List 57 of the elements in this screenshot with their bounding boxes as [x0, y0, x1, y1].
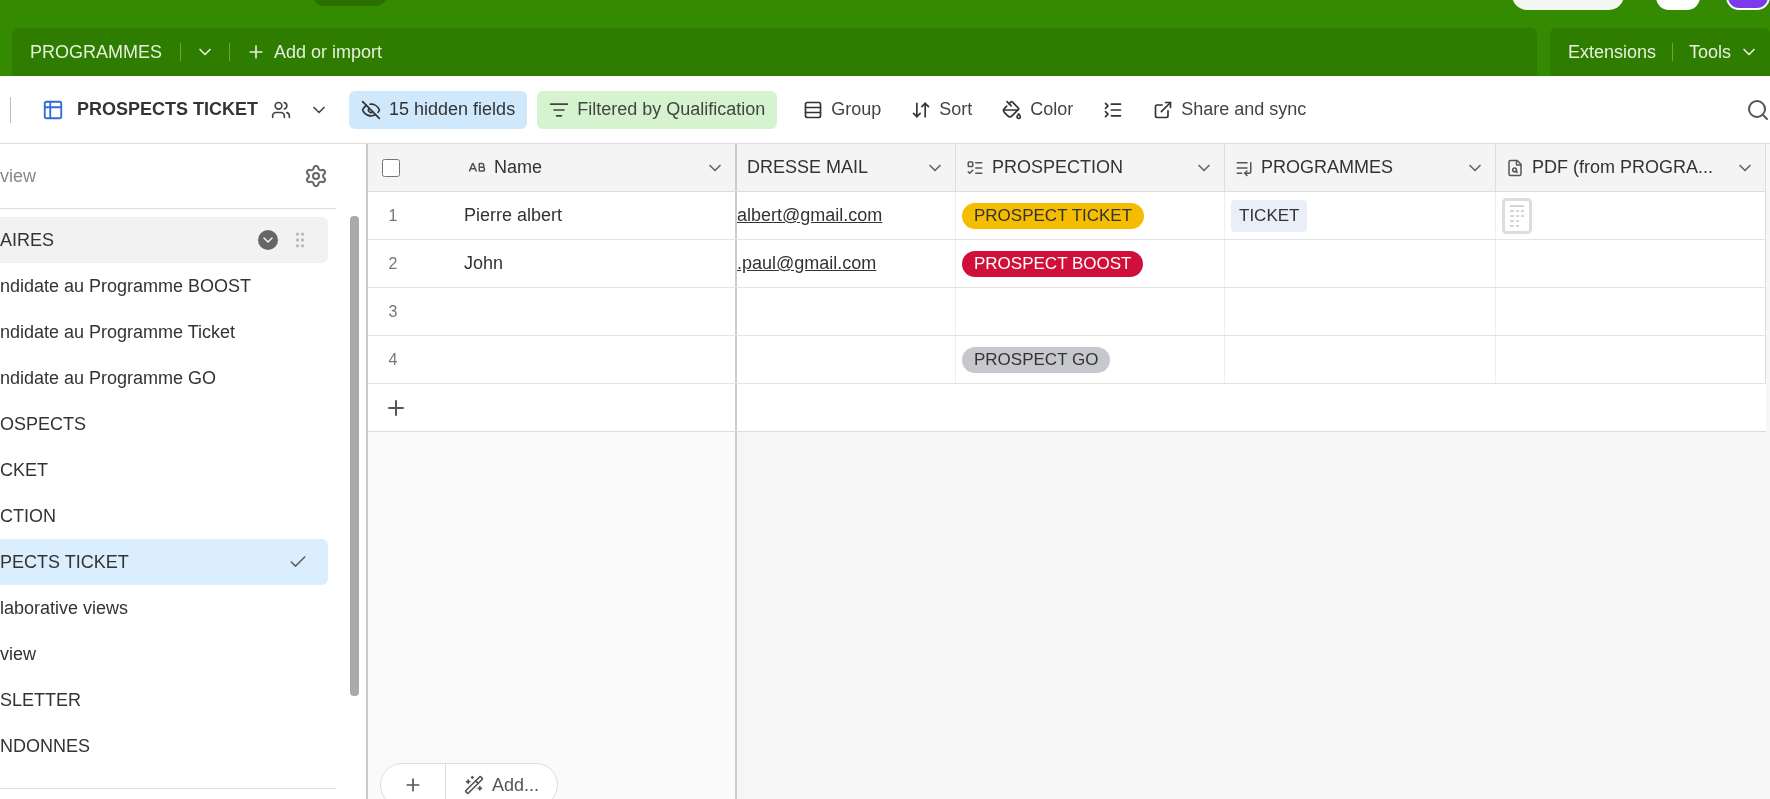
sort-button[interactable]: Sort: [911, 96, 973, 123]
email-link[interactable]: .paul@gmail.com: [737, 250, 877, 277]
status-tag: PROSPECT BOOST: [962, 250, 1144, 277]
linked-record-tag[interactable]: TICKET: [1231, 199, 1308, 232]
share-button[interactable]: Share and sync: [1153, 96, 1307, 123]
row-height-button[interactable]: [1103, 99, 1124, 120]
view-name-button[interactable]: PROSPECTS TICKET: [77, 96, 259, 123]
view-item[interactable]: OSPECTS: [0, 401, 328, 447]
ai-add-button[interactable]: Add...: [446, 771, 558, 799]
group-icon: [803, 99, 824, 120]
search-icon[interactable]: [1746, 97, 1770, 122]
tools-button[interactable]: Tools: [1689, 38, 1760, 66]
filter-button[interactable]: Filtered by Qualification: [537, 90, 778, 129]
magic-wand-icon: [464, 775, 484, 795]
column-header[interactable]: PROSPECTION: [956, 144, 1225, 191]
group-button[interactable]: Group: [803, 96, 882, 123]
paint-bucket-icon: [1002, 99, 1023, 120]
view-item[interactable]: NDONNES: [0, 723, 328, 769]
scrollbar[interactable]: [350, 216, 359, 696]
lookup-icon: [1506, 158, 1524, 177]
view-item[interactable]: AIRES: [0, 217, 328, 263]
row-number: 1: [387, 205, 399, 226]
row-number: 3: [387, 301, 399, 322]
name-cell-text: Pierre albert: [464, 204, 563, 227]
find-view-field[interactable]: view: [0, 162, 304, 190]
status-tag: PROSPECT TICKET: [962, 202, 1145, 229]
settings-icon[interactable]: [304, 164, 328, 188]
select-all-checkbox[interactable]: [382, 158, 400, 177]
column-header[interactable]: DRESSE MAIL: [737, 144, 956, 191]
email-link[interactable]: albert@gmail.com: [737, 202, 883, 229]
document-thumbnail-icon[interactable]: [1502, 197, 1532, 234]
grid-view-icon: [42, 98, 64, 121]
view-item[interactable]: CKET: [0, 447, 328, 493]
list-icon: [966, 158, 984, 177]
row-height-icon: [1103, 99, 1124, 120]
table-tab[interactable]: PROGRAMMES: [12, 28, 180, 76]
eye-off-icon: [361, 99, 382, 120]
extensions-button[interactable]: Extensions: [1568, 38, 1657, 66]
status-tag: PROSPECT GO: [962, 346, 1111, 373]
column-header[interactable]: PROGRAMMES: [1225, 144, 1496, 191]
hidden-fields-button[interactable]: 15 hidden fields: [349, 90, 528, 129]
name-cell-text: John: [464, 252, 504, 275]
view-item[interactable]: PECTS TICKET: [0, 539, 328, 585]
view-item[interactable]: CTION: [0, 493, 328, 539]
view-item[interactable]: ndidate au Programme Ticket: [0, 309, 328, 355]
view-item[interactable]: laborative views: [0, 585, 328, 631]
view-item[interactable]: SLETTER: [0, 677, 328, 723]
view-item[interactable]: ndidate au Programme GO: [0, 355, 328, 401]
color-button[interactable]: Color: [1002, 96, 1074, 123]
row-number: 2: [387, 253, 399, 274]
view-item[interactable]: view: [0, 631, 328, 677]
row-number: 4: [387, 349, 399, 370]
column-header[interactable]: PDF (from PROGRA...: [1496, 144, 1766, 191]
external-link-icon: [1153, 99, 1174, 120]
users-icon: [271, 99, 292, 120]
add-or-import-button[interactable]: Add or import: [246, 38, 383, 66]
view-item[interactable]: ndidate au Programme BOOST: [0, 263, 328, 309]
